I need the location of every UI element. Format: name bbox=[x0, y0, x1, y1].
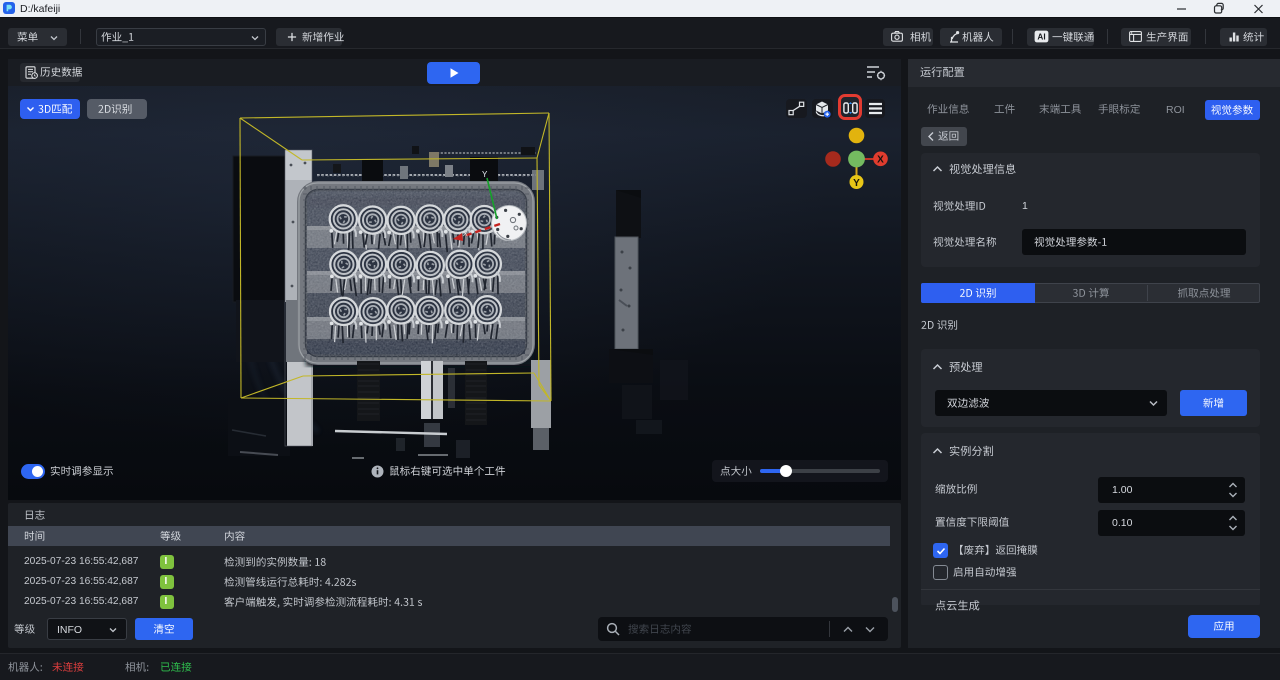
svg-text:X: X bbox=[463, 231, 468, 238]
svg-text:X: X bbox=[877, 155, 884, 166]
svg-text:Y: Y bbox=[853, 178, 860, 189]
svg-text:Y: Y bbox=[482, 170, 488, 179]
svg-text:AI: AI bbox=[1037, 33, 1045, 42]
